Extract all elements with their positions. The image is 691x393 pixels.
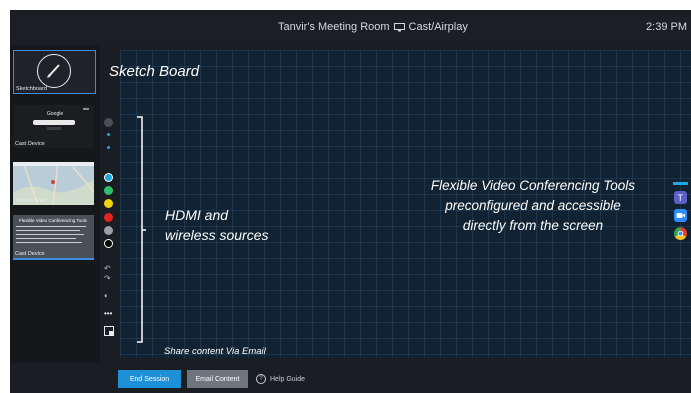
bracket-annotation: [137, 116, 146, 343]
drawing-tools: ↶ ↷ ◐ •••: [100, 45, 120, 353]
bottom-bar: End Session Email Content ? Help Guide: [10, 363, 691, 393]
end-session-button[interactable]: End Session: [118, 370, 181, 388]
pen-icon: [37, 54, 71, 88]
more-icon[interactable]: •••: [104, 309, 112, 318]
color-green[interactable]: [104, 186, 113, 195]
top-bar: Tanvir's Meeting Room Cast/Airplay 2:39 …: [10, 10, 691, 45]
help-guide-link[interactable]: ? Help Guide: [256, 374, 305, 384]
hdmi-line-2: wireless sources: [165, 227, 269, 243]
teams-icon[interactable]: T: [674, 191, 687, 204]
source-label: Cast Device: [15, 251, 45, 257]
color-black[interactable]: [104, 239, 113, 248]
source-label: Sketchboard: [16, 86, 47, 92]
layout-icon[interactable]: [104, 326, 114, 338]
help-icon: ?: [256, 374, 266, 384]
source-thumb-cast-device-2[interactable]: Flexible Video Conferencing Tools Cast D…: [13, 215, 94, 260]
redo-icon[interactable]: ↷: [104, 274, 111, 283]
source-label: Cast Device: [15, 141, 45, 147]
color-yellow[interactable]: [104, 199, 113, 208]
eraser-icon[interactable]: ◐: [104, 291, 109, 300]
sources-panel: Sketchboard Google Cast Device Tanvir's …: [10, 45, 100, 393]
conferencing-annotation: Flexible Video Conferencing Tools precon…: [405, 176, 661, 236]
hdmi-annotation: HDMI and wireless sources: [165, 205, 268, 245]
slide-preview-title: Flexible Video Conferencing Tools: [19, 218, 87, 223]
source-thumb-cast-device-1[interactable]: Google Cast Device: [13, 105, 94, 148]
cast-airplay-label[interactable]: Cast/Airplay: [409, 21, 468, 33]
hdmi-line-1: HDMI and: [165, 207, 229, 223]
conferencing-app-strip: T: [673, 182, 688, 248]
color-gray[interactable]: [104, 226, 113, 235]
canvas-title: Sketch Board: [109, 63, 200, 80]
zoom-icon[interactable]: [674, 209, 687, 222]
source-label: Tanvir's iPad: [15, 198, 47, 204]
clock: 2:39 PM: [646, 21, 687, 33]
google-preview-text: Google: [47, 111, 64, 117]
help-guide-label: Help Guide: [270, 375, 306, 383]
svg-text:T: T: [678, 193, 684, 203]
share-email-annotation: Share content Via Email: [164, 346, 266, 357]
undo-icon[interactable]: ↶: [104, 264, 111, 273]
source-thumb-ipad[interactable]: Tanvir's iPad: [13, 162, 94, 205]
color-red[interactable]: [104, 213, 113, 222]
cast-icon[interactable]: [393, 22, 405, 32]
size-small-dot[interactable]: [107, 133, 110, 136]
email-content-button[interactable]: Email Content: [187, 370, 248, 388]
size-medium-dot[interactable]: [107, 146, 110, 149]
color-gray-dark[interactable]: [104, 118, 113, 127]
sketchboard-screen: Tanvir's Meeting Room Cast/Airplay 2:39 …: [10, 10, 691, 393]
conferencing-line-1: Flexible Video Conferencing Tools: [430, 178, 636, 193]
conferencing-line-2: preconfigured and accessible: [445, 198, 621, 213]
room-header: Tanvir's Meeting Room Cast/Airplay: [278, 21, 468, 33]
conferencing-line-3: directly from the screen: [462, 218, 604, 233]
source-thumb-sketchboard[interactable]: Sketchboard: [13, 50, 96, 94]
color-blue[interactable]: [104, 173, 113, 182]
room-title: Tanvir's Meeting Room: [278, 21, 390, 33]
chrome-icon[interactable]: [674, 227, 687, 240]
app-strip-handle[interactable]: [673, 182, 688, 185]
